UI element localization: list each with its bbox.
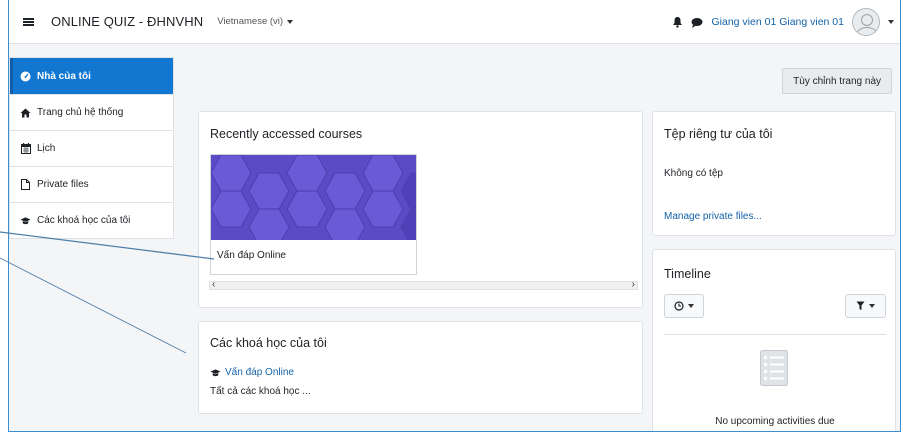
course-card[interactable]: Vấn đáp Online (210, 154, 417, 275)
scroll-right-icon[interactable]: › (632, 279, 635, 290)
chat-icon[interactable] (691, 17, 703, 28)
site-name[interactable]: ONLINE QUIZ - ĐHNVHN (51, 14, 203, 29)
user-name[interactable]: Giang vien 01 Giang vien 01 (711, 16, 844, 28)
no-files-text: Không có tệp (664, 168, 723, 179)
timeline-filter-button[interactable] (845, 294, 886, 318)
language-label: Vietnamese (vi) (217, 16, 284, 27)
drawer-item-my-courses[interactable]: Các khoá học của tôi (10, 202, 173, 238)
language-menu[interactable]: Vietnamese (vi) (217, 16, 294, 27)
drawer-item-dashboard[interactable]: Nhà của tôi (10, 58, 173, 94)
horizontal-scrollbar[interactable]: ‹ › (209, 279, 638, 290)
course-image[interactable] (211, 155, 416, 240)
drawer-item-site-home[interactable]: Trang chủ hệ thống (10, 94, 173, 130)
home-icon (20, 107, 31, 118)
drawer-nav-list: Nhà của tôi Trang chủ hệ thống Lịch Priv… (9, 57, 174, 239)
graduation-cap-icon (210, 367, 221, 378)
customize-page-button[interactable]: Tùy chỉnh trang này (782, 68, 892, 94)
user-area: Giang vien 01 Giang vien 01 (672, 0, 894, 44)
drawer-item-label: Trang chủ hệ thống (37, 107, 124, 118)
recent-courses-block: Recently accessed courses Vấn đáp Online… (198, 111, 643, 308)
chevron-down-icon (869, 304, 875, 308)
clock-icon (674, 301, 684, 311)
calendar-icon (20, 143, 31, 154)
user-menu-chevron-icon[interactable] (888, 20, 894, 24)
private-files-title: Tệp riêng tư của tôi (664, 127, 773, 141)
timeline-block: Timeline No upcoming activities due (652, 249, 896, 431)
my-courses-block: Các khoá học của tôi Vấn đáp Online Tất … (198, 321, 643, 414)
dashboard-icon (20, 71, 31, 82)
no-activities-text: No upcoming activities due (715, 416, 835, 427)
timeline-divider (664, 334, 886, 335)
course-link-label: Vấn đáp Online (225, 367, 294, 378)
scroll-left-icon[interactable]: ‹ (212, 279, 215, 290)
top-navbar: ONLINE QUIZ - ĐHNVHN Vietnamese (vi) Gia… (9, 0, 900, 44)
chevron-down-icon (688, 304, 694, 308)
empty-list-icon (760, 350, 788, 386)
my-course-link[interactable]: Vấn đáp Online (210, 367, 294, 378)
browser-frame: ONLINE QUIZ - ĐHNVHN Vietnamese (vi) Gia… (8, 0, 901, 432)
file-icon (20, 179, 31, 190)
nav-drawer: Nhà của tôi Trang chủ hệ thống Lịch Priv… (9, 45, 185, 431)
drawer-item-label: Private files (37, 179, 89, 190)
timeline-sort-button[interactable] (664, 294, 704, 318)
drawer-item-label: Nhà của tôi (37, 70, 91, 82)
menu-toggle-icon[interactable] (13, 7, 43, 37)
graduation-cap-icon (20, 215, 31, 226)
timeline-title: Timeline (664, 267, 711, 281)
private-files-block: Tệp riêng tư của tôi Không có tệp Manage… (652, 111, 896, 236)
drawer-item-label: Lịch (37, 143, 56, 154)
avatar[interactable] (852, 8, 880, 36)
all-courses-link[interactable]: Tất cả các khoá học ... (210, 386, 311, 397)
chevron-down-icon (287, 19, 294, 24)
drawer-item-label: Các khoá học của tôi (37, 215, 131, 226)
drawer-item-calendar[interactable]: Lịch (10, 130, 173, 166)
my-courses-title: Các khoá học của tôi (210, 336, 327, 350)
manage-private-files-link[interactable]: Manage private files... (664, 211, 762, 222)
filter-icon (856, 301, 865, 311)
bell-icon[interactable] (672, 16, 683, 28)
course-name[interactable]: Vấn đáp Online (217, 250, 286, 261)
drawer-item-private-files[interactable]: Private files (10, 166, 173, 202)
recent-courses-title: Recently accessed courses (210, 127, 363, 141)
